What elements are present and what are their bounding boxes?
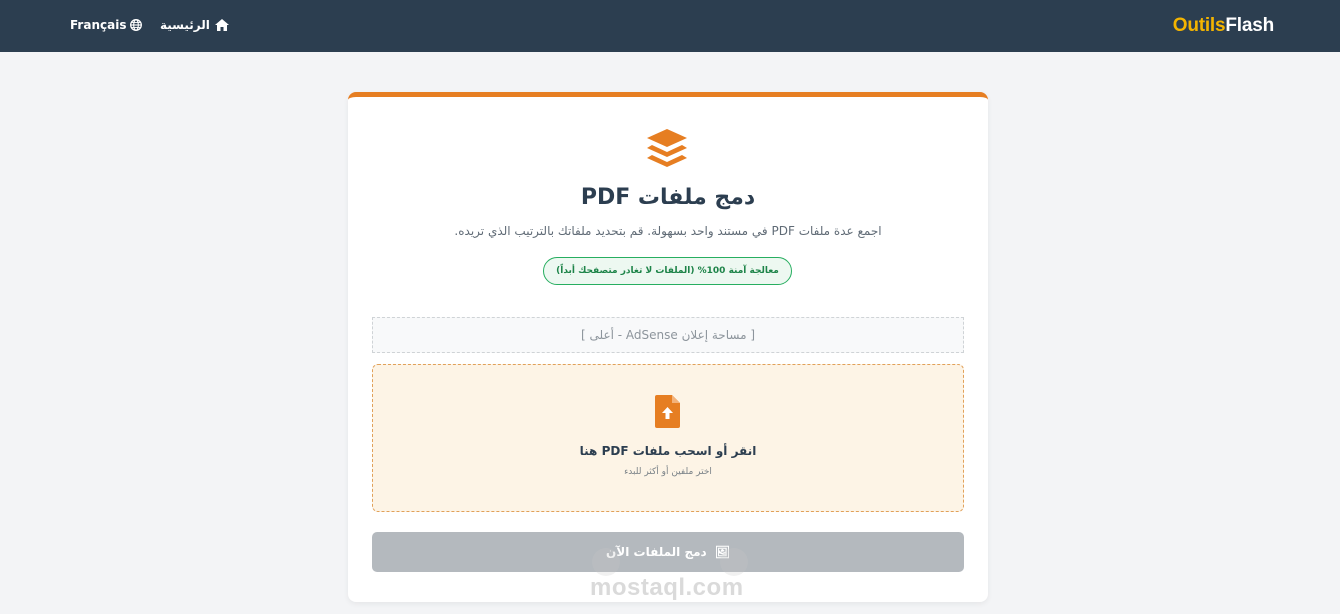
- logo-part-flash: Flash: [1225, 15, 1274, 36]
- page-title: دمج ملفات PDF: [580, 185, 756, 210]
- brand-logo[interactable]: OutilsFlash: [1173, 15, 1274, 37]
- top-navbar: OutilsFlash الرئيسية Français: [0, 0, 1340, 52]
- logo-part-outils: Outils: [1172, 15, 1226, 36]
- watermark-circle-left: [592, 548, 620, 576]
- language-switch[interactable]: Français: [70, 18, 143, 32]
- globe-icon: [130, 19, 143, 31]
- file-upload-icon: [655, 395, 680, 428]
- watermark-circle-right: [720, 548, 748, 576]
- nav-home-link[interactable]: الرئيسية: [160, 18, 229, 32]
- secure-processing-badge: معالجة آمنة 100% (الملفات لا تغادر متصفح…: [543, 257, 792, 285]
- home-icon: [214, 19, 229, 31]
- page-subtitle: اجمع عدة ملفات PDF في مستند واحد بسهولة.…: [454, 224, 882, 238]
- language-label: Français: [70, 18, 127, 32]
- merge-button-label: دمج الملفات الآن: [606, 545, 707, 559]
- watermark-text: mostaql.com: [590, 574, 744, 601]
- merge-files-button[interactable]: دمج الملفات الآن 🖼: [372, 532, 964, 572]
- nav-home-label: الرئيسية: [160, 18, 210, 32]
- adsense-placeholder: [ مساحة إعلان AdSense - أعلى ]: [372, 317, 964, 353]
- merge-tool-card: دمج ملفات PDF اجمع عدة ملفات PDF في مستن…: [348, 92, 988, 602]
- layers-icon: [647, 129, 687, 167]
- dropzone-title: انقر أو اسحب ملفات PDF هنا: [579, 444, 757, 458]
- dropzone-hint: اختر ملفين أو أكثر للبدء: [624, 467, 712, 477]
- file-dropzone[interactable]: انقر أو اسحب ملفات PDF هنا اختر ملفين أو…: [372, 364, 964, 512]
